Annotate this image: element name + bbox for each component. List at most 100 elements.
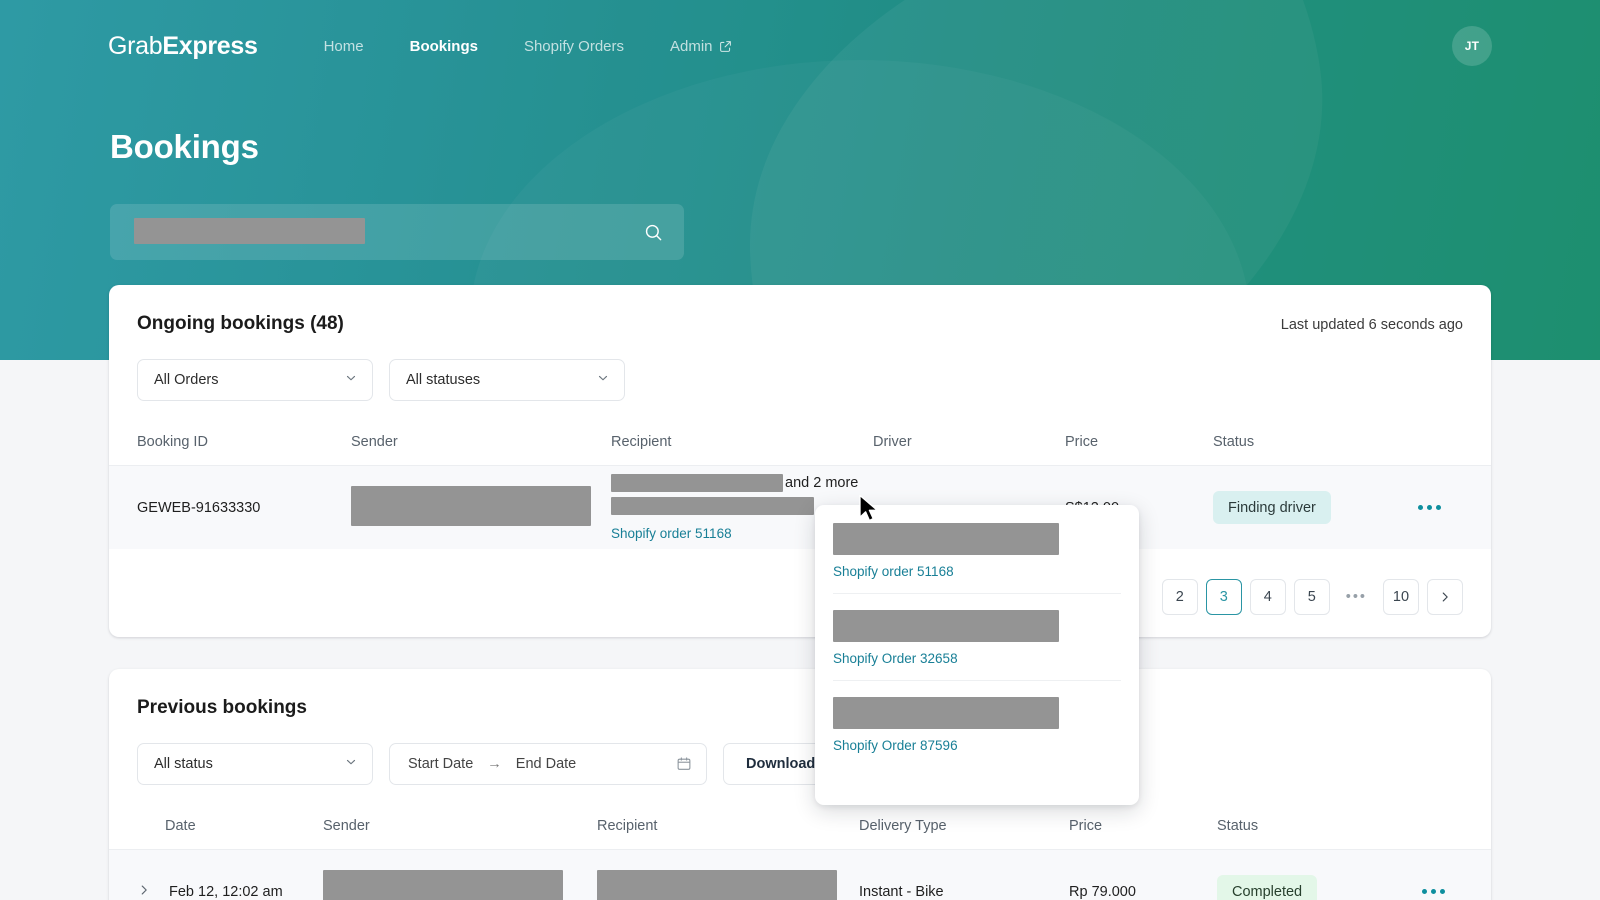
- redacted-recipient-prev: [597, 869, 837, 900]
- row-actions-menu-icon[interactable]: [1420, 883, 1447, 900]
- redacted-popup-address-3: [833, 697, 1059, 729]
- column-header-date-label: Date: [165, 818, 196, 834]
- redacted-sender: [351, 485, 591, 526]
- redacted-recipient-2: [611, 496, 814, 515]
- previous-status-value: All status: [154, 756, 213, 772]
- cell-actions: [1383, 499, 1443, 516]
- calendar-icon: [676, 756, 692, 772]
- statuses-filter-select[interactable]: All statuses: [389, 359, 625, 401]
- previous-bookings-card: Previous bookings All status Start Date …: [109, 669, 1491, 900]
- page-title: Bookings: [110, 128, 259, 165]
- bookings-page: GrabExpress Home Bookings Shopify Orders…: [0, 0, 1600, 900]
- page-button-last[interactable]: 10: [1383, 579, 1419, 615]
- nav-item-home[interactable]: Home: [324, 38, 364, 55]
- chevron-right-icon: [1438, 590, 1452, 604]
- date-range-picker[interactable]: Start Date → End Date: [389, 743, 707, 785]
- brand-grab-text: Grab: [108, 31, 163, 60]
- column-header-price: Price: [1065, 434, 1099, 450]
- cell-date-value: Feb 12, 12:02 am: [169, 883, 283, 900]
- popup-shopify-link-2[interactable]: Shopify Order 32658: [833, 651, 1121, 666]
- previous-filters: All status Start Date → End Date Downloa…: [109, 719, 1491, 785]
- column-header-price-prev: Price: [1069, 818, 1103, 834]
- recipient-and-more-label[interactable]: and 2 more: [785, 475, 858, 491]
- chevron-down-icon: [344, 755, 358, 773]
- pagination-ellipsis: •••: [1337, 579, 1375, 615]
- nav-item-admin[interactable]: Admin: [670, 38, 732, 55]
- popup-shopify-link-1[interactable]: Shopify order 51168: [833, 564, 1121, 579]
- popup-item: Shopify Order 87596: [833, 680, 1121, 767]
- popup-item: Shopify order 51168: [833, 523, 1121, 593]
- search-bar[interactable]: [110, 204, 684, 260]
- nav-item-admin-label: Admin: [670, 37, 713, 55]
- previous-status-select[interactable]: All status: [137, 743, 373, 785]
- cell-booking-id: GEWEB-91633330: [137, 499, 261, 516]
- status-badge: Finding driver: [1213, 491, 1331, 524]
- column-header-recipient-prev: Recipient: [597, 818, 658, 834]
- cell-sender-prev: [323, 869, 597, 900]
- start-date-input[interactable]: Start Date: [408, 756, 473, 772]
- statuses-filter-value: All statuses: [406, 372, 481, 388]
- redacted-search-value: [134, 218, 365, 244]
- ongoing-table-header: Booking ID Sender Recipient Driver Price…: [109, 419, 1491, 465]
- cell-delivery-type: Instant - Bike: [859, 883, 944, 900]
- search-icon[interactable]: [640, 219, 666, 245]
- end-date-input[interactable]: End Date: [516, 756, 576, 772]
- last-updated-text: Last updated 6 seconds ago: [1280, 317, 1463, 333]
- previous-title: Previous bookings: [137, 697, 307, 718]
- column-header-sender-prev: Sender: [323, 818, 370, 834]
- popup-item: Shopify Order 32658: [833, 593, 1121, 680]
- nav-links: Home Bookings Shopify Orders Admin: [324, 38, 732, 55]
- user-avatar[interactable]: JT: [1452, 26, 1492, 66]
- page-button-5[interactable]: 5: [1293, 579, 1330, 615]
- date-range-arrow-icon: →: [487, 756, 502, 772]
- cell-price-prev: Rp 79.000: [1069, 883, 1136, 900]
- brand-express-text: Express: [162, 31, 258, 60]
- column-header-recipient: Recipient: [611, 434, 672, 450]
- ongoing-bookings-card: Ongoing bookings (48) Last updated 6 sec…: [109, 285, 1491, 637]
- search-input-wrap[interactable]: [128, 218, 640, 245]
- cell-status-prev: Completed: [1217, 875, 1387, 900]
- brand-logo[interactable]: GrabExpress: [108, 32, 258, 61]
- cell-sender: [351, 485, 611, 530]
- nav-item-shopify-orders[interactable]: Shopify Orders: [524, 38, 624, 55]
- redacted-popup-address-1: [833, 523, 1059, 555]
- pagination-next-button[interactable]: [1427, 579, 1463, 615]
- popup-shopify-link-3[interactable]: Shopify Order 87596: [833, 738, 1121, 753]
- external-link-icon: [719, 40, 732, 53]
- top-navigation-bar: GrabExpress Home Bookings Shopify Orders…: [0, 0, 1600, 92]
- redacted-sender-prev: [323, 869, 563, 900]
- recipient-primary-line: and 2 more: [611, 473, 873, 492]
- column-header-delivery-type: Delivery Type: [859, 818, 947, 834]
- ongoing-filters: All Orders All statuses: [109, 335, 1491, 401]
- row-actions-menu-icon[interactable]: [1416, 499, 1443, 516]
- ongoing-card-header: Ongoing bookings (48) Last updated 6 sec…: [109, 285, 1491, 335]
- ongoing-title: Ongoing bookings (48): [137, 313, 344, 334]
- avatar-initials: JT: [1464, 39, 1480, 53]
- orders-filter-select[interactable]: All Orders: [137, 359, 373, 401]
- redacted-recipient-1: [611, 473, 783, 492]
- column-header-status: Status: [1213, 434, 1255, 450]
- page-button-2[interactable]: 2: [1161, 579, 1198, 615]
- redacted-popup-address-2: [833, 610, 1059, 642]
- column-header-booking-id: Booking ID: [137, 434, 208, 450]
- pagination: 2 3 4 5 ••• 10: [1161, 579, 1463, 615]
- previous-card-header: Previous bookings: [109, 669, 1491, 719]
- cell-status: Finding driver: [1213, 491, 1383, 524]
- page-button-4[interactable]: 4: [1249, 579, 1286, 615]
- expand-row-chevron-icon[interactable]: [137, 883, 151, 900]
- table-row[interactable]: GEWEB-91633330 and 2 more Shopify order …: [109, 465, 1491, 549]
- nav-item-bookings[interactable]: Bookings: [410, 38, 478, 55]
- page-button-3[interactable]: 3: [1205, 579, 1242, 615]
- cell-date: Feb 12, 12:02 am: [137, 883, 323, 900]
- table-row[interactable]: Feb 12, 12:02 am Instant - Bike Rp 79.00…: [109, 849, 1491, 900]
- recipient-details-popup: Shopify order 51168 Shopify Order 32658 …: [815, 505, 1139, 805]
- orders-filter-value: All Orders: [154, 372, 219, 388]
- nav-item-home-label: Home: [323, 37, 364, 55]
- column-header-driver: Driver: [873, 434, 912, 450]
- column-header-date: Date: [137, 818, 323, 834]
- cell-recipient-prev: [597, 869, 859, 900]
- recipient-shopify-order-link[interactable]: Shopify order 51168: [611, 526, 732, 541]
- nav-item-bookings-label: Bookings: [409, 37, 478, 55]
- column-header-status-prev: Status: [1217, 818, 1259, 834]
- chevron-down-icon: [596, 371, 610, 389]
